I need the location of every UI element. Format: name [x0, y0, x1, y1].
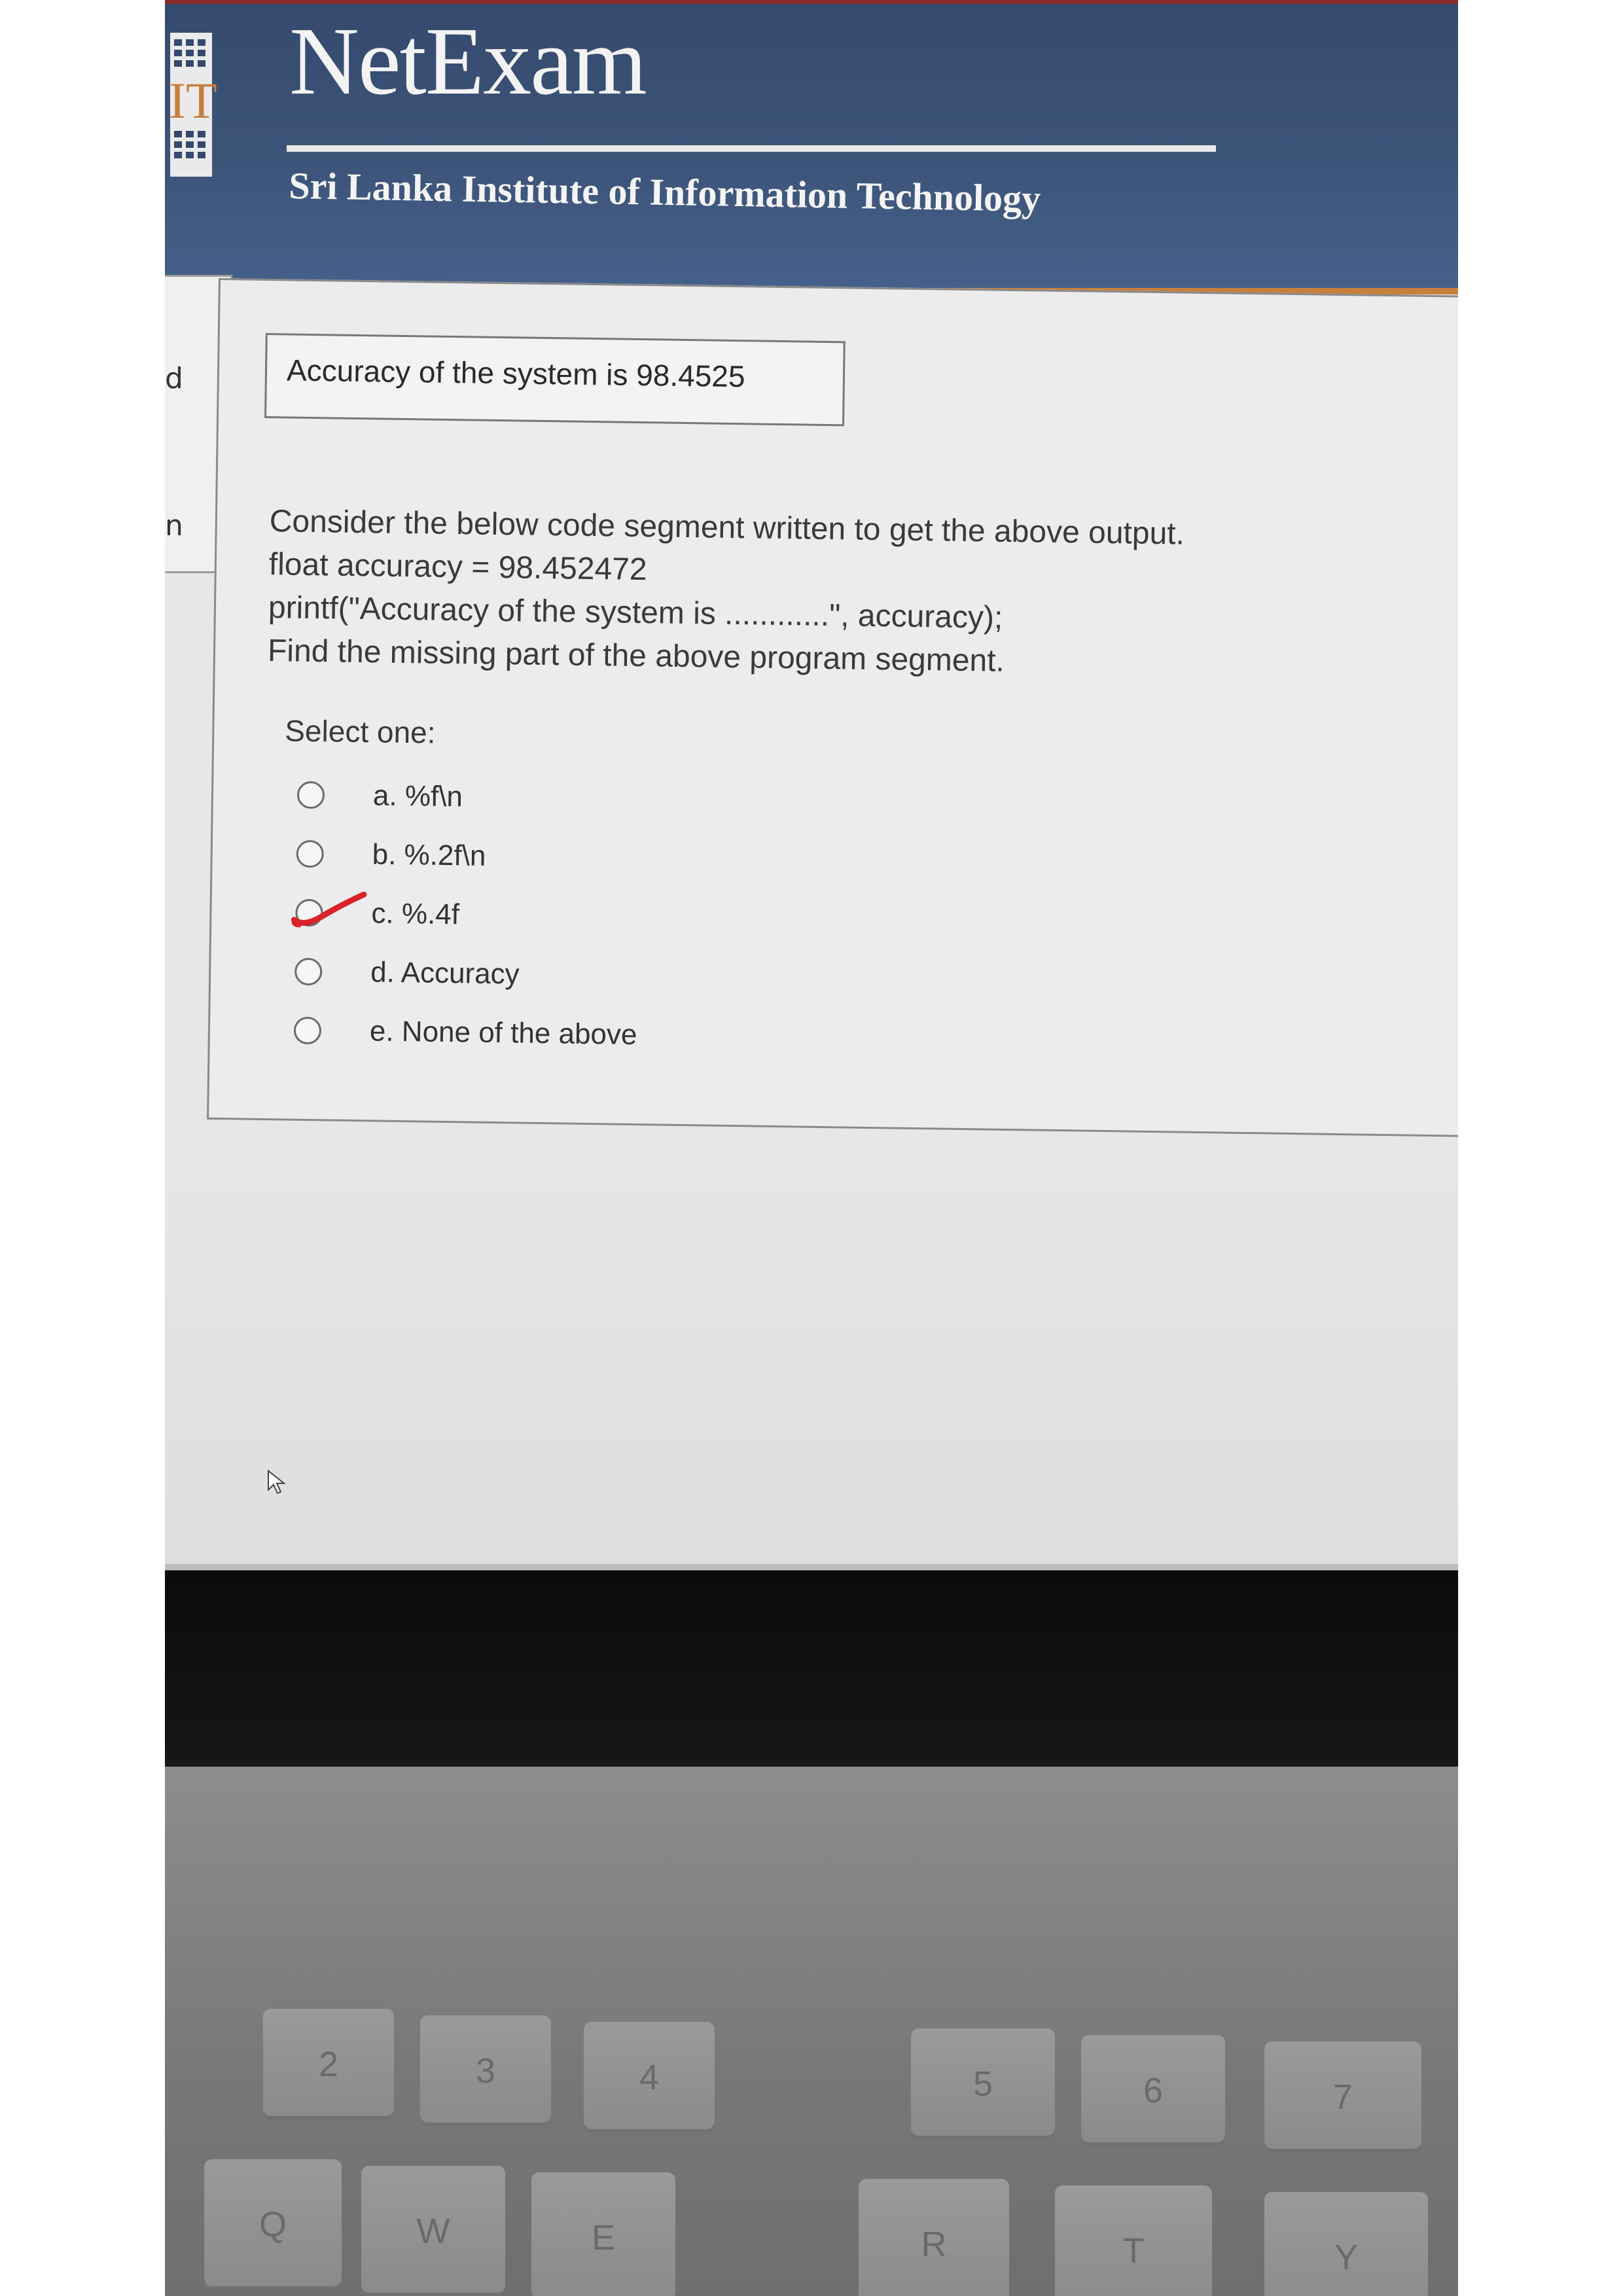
site-subtitle: Sri Lanka Institute of Information Techn…	[288, 164, 1041, 221]
title-underline	[287, 145, 1216, 152]
option-label: e. None of the above	[369, 1015, 637, 1051]
option-e[interactable]: e. None of the above	[280, 1000, 637, 1065]
radio-button[interactable]	[294, 957, 323, 986]
expected-output-box: Accuracy of the system is 98.4525	[264, 333, 846, 427]
keyboard-key: R	[859, 2179, 1009, 2296]
photo-frame: IT NetExam Sri Lanka Institute of Inform…	[165, 0, 1458, 2296]
radio-button[interactable]	[296, 839, 325, 868]
option-a[interactable]: a. %f\n	[283, 765, 641, 829]
question-text: Consider the below code segment written …	[268, 500, 1185, 685]
handwritten-check-icon	[291, 891, 367, 928]
expected-output-text: Accuracy of the system is 98.4525	[286, 353, 745, 394]
select-one-label: Select one:	[284, 713, 436, 750]
keyboard-key: 2	[263, 2009, 394, 2120]
answer-options: a. %f\n b. %.2f\n c. %.4f d. Accuracy e.…	[280, 765, 641, 1065]
keyboard-key: 7	[1264, 2041, 1421, 2153]
option-label: c. %.4f	[371, 897, 460, 931]
laptop-bezel	[165, 1570, 1458, 1786]
header-top-stripe	[165, 0, 1458, 4]
option-label: b. %.2f\n	[372, 838, 486, 872]
keyboard-key: 6	[1081, 2035, 1225, 2146]
keyboard-key: T	[1055, 2185, 1212, 2296]
option-label: d. Accuracy	[370, 956, 520, 991]
keyboard-key: Y	[1264, 2192, 1428, 2296]
radio-button[interactable]	[296, 781, 325, 809]
option-d[interactable]: d. Accuracy	[281, 942, 639, 1006]
option-c[interactable]: c. %.4f	[282, 883, 639, 947]
logo-letters: IT	[169, 72, 217, 129]
keyboard-key: W	[361, 2166, 505, 2296]
keyboard-key: 5	[911, 2028, 1055, 2140]
left-nav-fragment-1: d	[165, 362, 183, 395]
site-header: IT NetExam Sri Lanka Institute of Inform…	[165, 0, 1458, 294]
question-card: Accuracy of the system is 98.4525 Consid…	[207, 278, 1458, 1137]
keyboard-key: Q	[204, 2159, 342, 2290]
option-label: a. %f\n	[372, 779, 463, 813]
screen-empty-area	[165, 1152, 1458, 1570]
option-b[interactable]: b. %.2f\n	[283, 824, 640, 888]
keyboard-key: 4	[584, 2022, 715, 2133]
mouse-cursor-icon	[268, 1469, 286, 1494]
site-title: NetExam	[289, 8, 647, 115]
left-nav-fragment-2: n	[165, 509, 183, 542]
keyboard-key: E	[531, 2172, 675, 2296]
keyboard-key: 3	[420, 2015, 551, 2127]
laptop-keyboard: 2 3 4 5 6 7 Q W E R T Y	[165, 1767, 1458, 2296]
radio-button[interactable]	[293, 1016, 322, 1045]
institute-logo: IT	[169, 33, 217, 177]
